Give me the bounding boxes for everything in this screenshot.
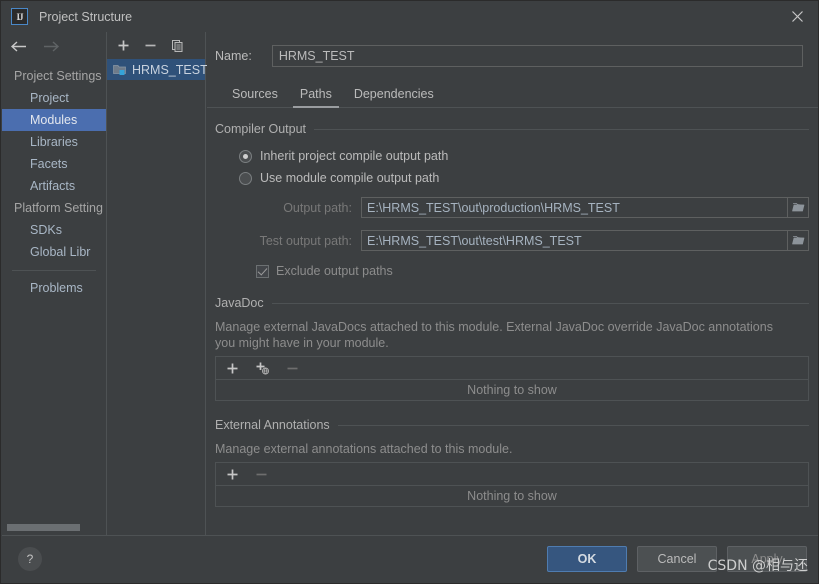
javadoc-add-button[interactable]	[226, 362, 239, 375]
help-button[interactable]: ?	[18, 547, 42, 571]
checkbox-checked-icon[interactable]	[256, 264, 269, 278]
sidebar-horizontal-scrollbar[interactable]	[7, 524, 80, 531]
external-annotations-title: External Annotations	[215, 418, 330, 432]
module-settings-panel: Name: Sources Paths Dependencies Compile…	[207, 32, 818, 537]
arrow-left-icon[interactable]	[10, 40, 27, 53]
settings-sidebar: Project Settings Project Modules Librari…	[2, 32, 106, 537]
paths-tab-body: Compiler Output Inherit project compile …	[207, 108, 818, 507]
module-output-radio-row[interactable]: Use module compile output path	[215, 171, 809, 185]
folder-browse-icon[interactable]	[787, 197, 809, 218]
tab-paths[interactable]: Paths	[289, 87, 343, 108]
external-annotations-section: External Annotations Manage external ann…	[215, 418, 809, 507]
name-label: Name:	[215, 49, 252, 63]
inherit-output-radio-row[interactable]: Inherit project compile output path	[215, 149, 809, 163]
module-list-panel: HRMS_TEST	[106, 32, 208, 537]
arrow-right-icon	[43, 40, 60, 53]
external-annotations-empty-message: Nothing to show	[215, 485, 809, 507]
javadoc-title: JavaDoc	[215, 296, 264, 310]
annotations-remove-button	[255, 468, 268, 481]
javadoc-toolbar	[215, 356, 809, 379]
cancel-button[interactable]: Cancel	[637, 546, 717, 572]
apply-button[interactable]: Apply	[727, 546, 807, 572]
compiler-output-header: Compiler Output	[215, 122, 809, 136]
sidebar-group-project-settings: Project Settings	[14, 69, 102, 83]
exclude-output-paths-label: Exclude output paths	[276, 264, 393, 278]
project-structure-dialog: IJ Project Structure Project Settings Pr	[0, 0, 819, 584]
dialog-buttons: OK Cancel Apply	[547, 546, 807, 572]
radio-checked-icon[interactable]	[239, 149, 252, 163]
javadoc-section: JavaDoc Manage external JavaDocs attache…	[215, 296, 809, 401]
module-list-item-hrms-test[interactable]: HRMS_TEST	[107, 59, 208, 80]
module-name-row: Name:	[207, 32, 818, 67]
module-name-label: HRMS_TEST	[132, 62, 208, 77]
tab-sources[interactable]: Sources	[221, 87, 289, 107]
module-name-input[interactable]	[271, 45, 803, 67]
sidebar-item-facets[interactable]: Facets	[2, 153, 106, 175]
sidebar-item-sdks[interactable]: SDKs	[2, 219, 106, 241]
sidebar-item-artifacts[interactable]: Artifacts	[2, 175, 106, 197]
javadoc-header: JavaDoc	[215, 296, 809, 310]
section-rule	[314, 128, 809, 130]
javadoc-remove-button	[286, 362, 299, 375]
sidebar-item-libraries[interactable]: Libraries	[2, 131, 106, 153]
output-path-label: Output path:	[283, 200, 352, 215]
intellij-logo-icon: IJ	[11, 8, 28, 25]
dialog-footer: ? OK Cancel Apply	[2, 535, 818, 582]
annotations-add-button[interactable]	[226, 468, 239, 481]
tab-dependencies[interactable]: Dependencies	[343, 87, 445, 107]
external-annotations-header: External Annotations	[215, 418, 809, 432]
module-output-label: Use module compile output path	[260, 171, 440, 185]
settings-tabs: Sources Paths Dependencies	[207, 82, 818, 108]
external-annotations-description: Manage external annotations attached to …	[215, 442, 513, 456]
javadoc-description: Manage external JavaDocs attached to thi…	[215, 320, 773, 350]
javadoc-empty-message: Nothing to show	[215, 379, 809, 401]
sidebar-item-modules[interactable]: Modules	[2, 109, 106, 131]
sidebar-list: Project Settings Project Modules Librari…	[2, 60, 106, 299]
sidebar-group-platform-settings: Platform Setting	[14, 201, 103, 215]
remove-module-button[interactable]	[144, 39, 157, 52]
close-icon[interactable]	[774, 1, 818, 32]
external-annotations-toolbar	[215, 462, 809, 485]
section-rule	[337, 424, 809, 426]
sidebar-divider	[12, 270, 96, 271]
test-output-path-row: Test output path: E:\HRMS_TEST\out\test\…	[215, 230, 809, 251]
inherit-output-label: Inherit project compile output path	[260, 149, 449, 163]
test-output-path-input[interactable]: E:\HRMS_TEST\out\test\HRMS_TEST	[361, 230, 788, 251]
compiler-output-title: Compiler Output	[215, 122, 307, 136]
javadoc-add-url-button[interactable]	[255, 361, 270, 375]
add-module-button[interactable]	[117, 39, 130, 52]
copy-module-button[interactable]	[171, 39, 184, 52]
external-annotations-list-box: Nothing to show	[215, 462, 809, 507]
section-rule	[271, 302, 809, 304]
test-output-path-label: Test output path:	[259, 233, 352, 248]
folder-browse-icon[interactable]	[787, 230, 809, 251]
compiler-output-section: Compiler Output Inherit project compile …	[215, 122, 809, 278]
exclude-output-paths-row[interactable]: Exclude output paths	[215, 264, 809, 278]
sidebar-item-project[interactable]: Project	[2, 87, 106, 109]
window-title: Project Structure	[39, 9, 133, 24]
ok-button[interactable]: OK	[547, 546, 627, 572]
sidebar-item-global-libraries[interactable]: Global Libr	[2, 241, 106, 263]
javadoc-list-box: Nothing to show	[215, 356, 809, 401]
module-folder-icon	[113, 63, 127, 76]
output-path-input[interactable]: E:\HRMS_TEST\out\production\HRMS_TEST	[361, 197, 788, 218]
sidebar-item-problems[interactable]: Problems	[2, 277, 106, 299]
radio-unchecked-icon[interactable]	[239, 171, 252, 185]
module-list-toolbar	[107, 32, 205, 59]
output-path-row: Output path: E:\HRMS_TEST\out\production…	[215, 197, 809, 218]
title-bar: IJ Project Structure	[1, 1, 818, 32]
sidebar-nav-arrows	[2, 32, 106, 60]
